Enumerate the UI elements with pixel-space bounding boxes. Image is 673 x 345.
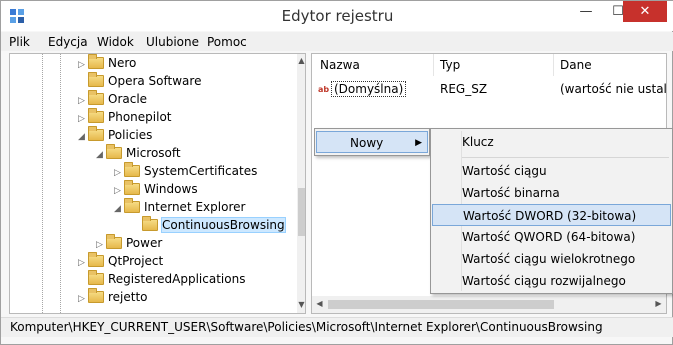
tree-item[interactable]: ▷ rejetto <box>78 288 148 306</box>
expand-icon[interactable]: ▷ <box>78 290 88 308</box>
tree-item[interactable]: ▷ Power <box>96 234 162 252</box>
tree-item[interactable]: ▷ Windows <box>114 180 198 198</box>
menu-item-multi-string-value[interactable]: Wartość ciągu wielokrotnego <box>432 248 671 270</box>
menu-plik[interactable]: Plik <box>9 35 30 49</box>
registry-tree[interactable]: ▷ Nero Opera Software ▷ Oracle ▷ Phonepilot… <box>9 53 306 314</box>
close-button[interactable]: ✕ <box>623 1 667 22</box>
folder-icon <box>88 126 104 141</box>
tree-item-selected[interactable]: ContinuousBrowsing <box>132 216 286 234</box>
menu-item-dword-value[interactable]: Wartość DWORD (32-bitowa) <box>432 204 671 226</box>
menu-bar: Plik Edycja Widok Ulubione Pomoc <box>1 32 673 51</box>
tree-item[interactable]: ◢ Microsoft <box>96 144 181 162</box>
scroll-up-icon[interactable]: ▲ <box>297 56 305 65</box>
collapse-icon[interactable]: ◢ <box>96 146 106 164</box>
column-divider[interactable] <box>433 54 434 76</box>
folder-icon <box>88 288 104 303</box>
minimize-button[interactable]: — <box>570 1 602 22</box>
value-data: (wartość nie ustalona) <box>560 82 667 96</box>
scroll-down-icon[interactable]: ▼ <box>297 300 305 309</box>
folder-icon <box>106 144 122 159</box>
menu-edycja[interactable]: Edycja <box>48 35 88 49</box>
tree-guide-line <box>42 54 43 313</box>
menu-item-qword-value[interactable]: Wartość QWORD (64-bitowa) <box>432 226 671 248</box>
string-value-icon: ab <box>318 85 330 94</box>
folder-icon <box>124 180 140 195</box>
tree-item[interactable]: ◢ Policies <box>78 126 152 144</box>
tree-item[interactable]: ▷ Oracle <box>78 90 147 108</box>
folder-icon <box>142 216 158 231</box>
context-menu: Nowy ▶ <box>314 128 430 156</box>
value-type: REG_SZ <box>440 82 488 96</box>
tree-item[interactable]: ▷ QtProject <box>78 252 163 270</box>
new-submenu: Klucz Wartość ciągu Wartość binarna Wart… <box>430 128 673 294</box>
folder-icon <box>106 234 122 249</box>
folder-icon <box>124 198 140 213</box>
menu-pomoc[interactable]: Pomoc <box>207 35 247 49</box>
menu-widok[interactable]: Widok <box>97 35 134 49</box>
scroll-left-icon[interactable]: ◀ <box>315 299 324 308</box>
folder-icon <box>88 54 104 69</box>
folder-icon <box>124 162 140 177</box>
column-header-data[interactable]: Dane <box>560 58 592 72</box>
folder-icon <box>88 270 104 285</box>
column-header-type[interactable]: Typ <box>440 58 460 72</box>
menu-ulubione[interactable]: Ulubione <box>146 35 199 49</box>
menu-item-binary-value[interactable]: Wartość binarna <box>432 182 671 204</box>
tree-item[interactable]: ▷ SystemCertificates <box>114 162 257 180</box>
status-bar: Komputer\HKEY_CURRENT_USER\Software\Poli… <box>1 317 673 337</box>
tree-item[interactable]: Opera Software <box>78 72 201 90</box>
menu-item-new[interactable]: Nowy ▶ <box>316 131 428 153</box>
value-row[interactable]: ab (Domyślna) <box>318 80 407 98</box>
scroll-right-icon[interactable]: ▶ <box>654 299 663 308</box>
menu-separator <box>462 157 669 158</box>
folder-icon <box>88 90 104 105</box>
column-divider[interactable] <box>553 54 554 76</box>
folder-icon <box>88 252 104 267</box>
tree-guide-line <box>60 54 61 313</box>
collapse-icon[interactable]: ◢ <box>114 200 124 218</box>
value-name: (Domyślna) <box>330 81 407 97</box>
menu-item-string-value[interactable]: Wartość ciągu <box>432 160 671 182</box>
tree-item[interactable]: ▷ Phonepilot <box>78 108 172 126</box>
tree-item[interactable]: ▷ Nero <box>78 54 136 72</box>
tree-vertical-scrollbar[interactable]: ▲ ▼ <box>297 54 305 313</box>
menu-item-expandable-string-value[interactable]: Wartość ciągu rozwijalnego <box>432 270 671 292</box>
menu-item-key[interactable]: Klucz <box>432 131 671 153</box>
folder-icon <box>88 72 104 87</box>
tree-item[interactable]: ◢ Internet Explorer <box>114 198 245 216</box>
registry-editor-window: Edytor rejestru — ☐ ✕ Plik Edycja Widok … <box>0 0 673 345</box>
scroll-thumb[interactable] <box>298 188 305 236</box>
list-horizontal-scrollbar[interactable]: ◀ ▶ <box>312 296 666 313</box>
folder-icon <box>88 108 104 123</box>
collapse-icon[interactable]: ◢ <box>78 128 88 146</box>
scroll-thumb[interactable] <box>328 300 554 309</box>
submenu-arrow-icon: ▶ <box>415 138 422 148</box>
title-bar: Edytor rejestru — ☐ ✕ <box>1 1 673 31</box>
tree-item[interactable]: RegisteredApplications <box>78 270 245 288</box>
column-header-name[interactable]: Nazwa <box>320 58 360 72</box>
